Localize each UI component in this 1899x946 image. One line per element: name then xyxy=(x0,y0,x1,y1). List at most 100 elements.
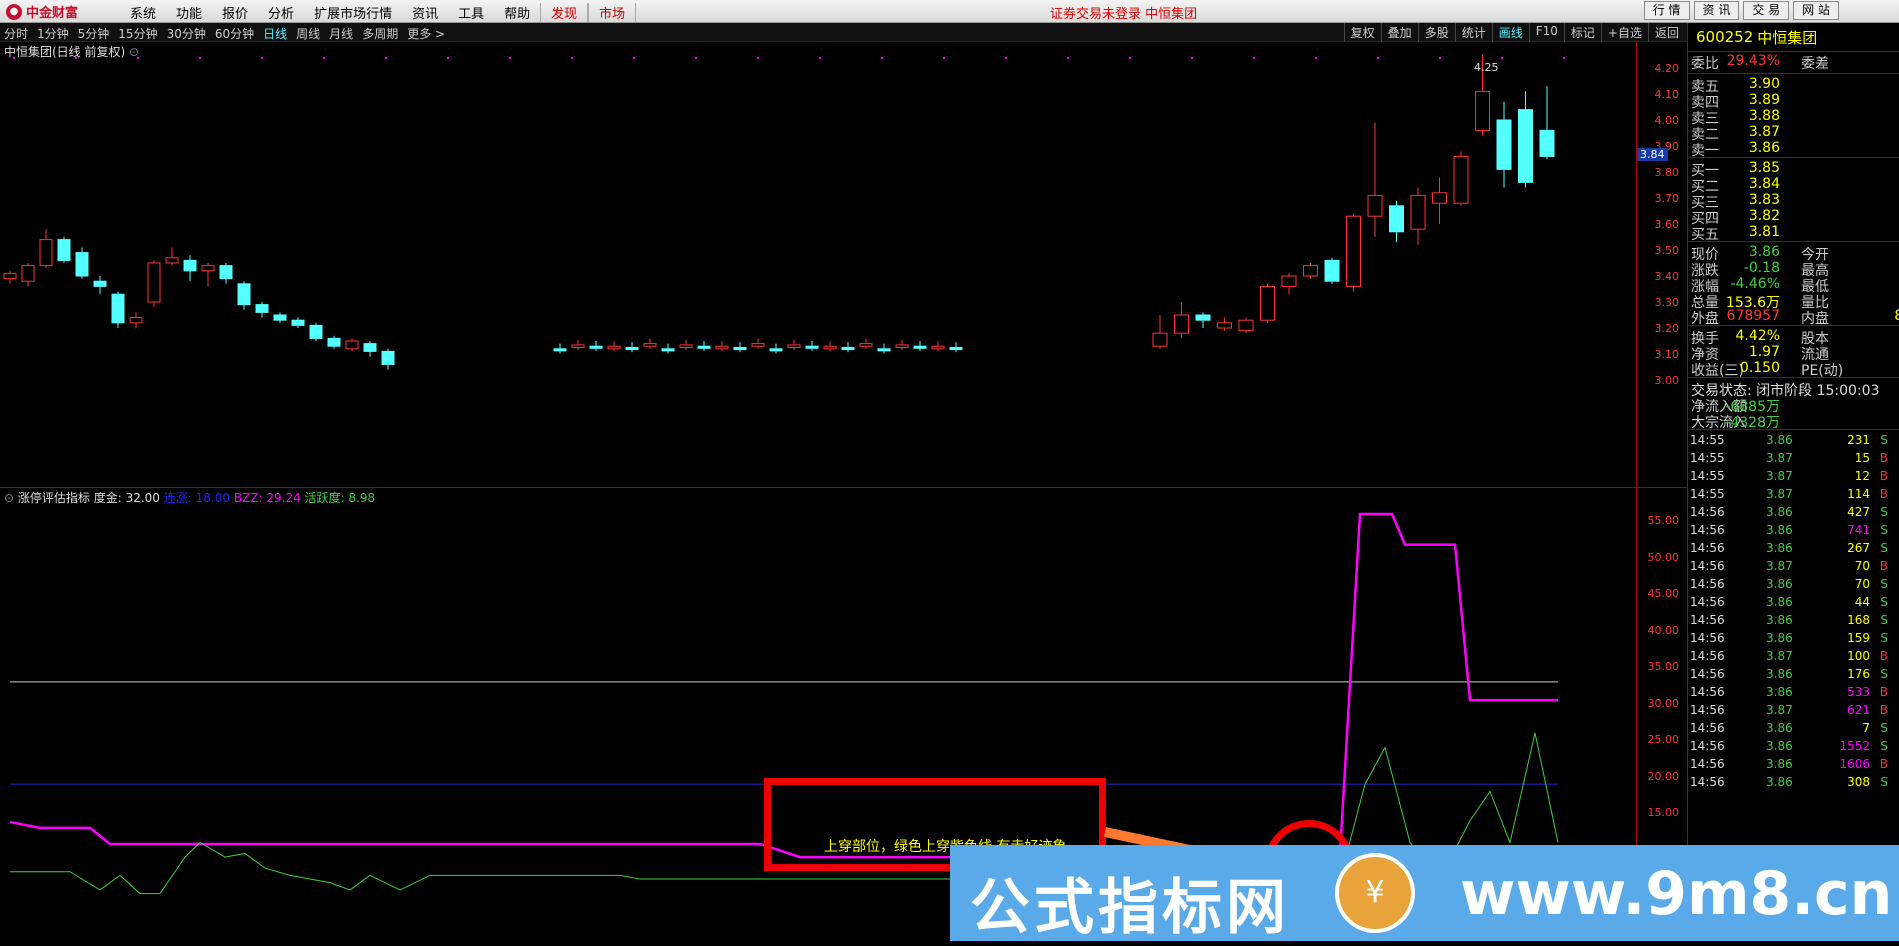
candle xyxy=(1153,315,1167,349)
tick-time: 14:56 xyxy=(1690,739,1725,753)
period-tab-2[interactable]: 5分钟 xyxy=(78,25,110,42)
signal-dot xyxy=(1501,57,1503,59)
menu-item-1[interactable]: 功能 xyxy=(166,3,212,22)
tool-button-2[interactable]: 多股 xyxy=(1418,23,1455,42)
tick-row: 14:553.8715B xyxy=(1688,451,1899,469)
candle xyxy=(346,338,358,351)
candle xyxy=(310,323,322,341)
tick-price: 3.87 xyxy=(1766,469,1793,483)
signal-dot xyxy=(261,57,263,59)
tick-price: 3.86 xyxy=(1766,721,1793,735)
stat-row-0-value: 3.86 xyxy=(1749,244,1780,260)
chart-tools: 复权叠加多股统计画线F10标记+自选返回 xyxy=(1344,23,1685,42)
tool-button-3[interactable]: 统计 xyxy=(1455,23,1492,42)
price-tick: 3.80 xyxy=(1655,166,1680,179)
signal-dot xyxy=(13,57,15,59)
tick-direction: B xyxy=(1880,685,1888,699)
separator xyxy=(1688,429,1899,430)
stat-row-4-value2: 8565 xyxy=(1894,308,1899,324)
tick-direction: B xyxy=(1880,559,1888,573)
menu-item-6[interactable]: 工具 xyxy=(448,3,494,22)
period-tab-9[interactable]: 多周期 xyxy=(362,25,398,42)
top-button-1[interactable]: 资 讯 xyxy=(1694,1,1740,20)
tool-button-6[interactable]: 标记 xyxy=(1564,23,1601,42)
period-tab-0[interactable]: 分时 xyxy=(4,25,28,42)
tick-row: 14:553.86231S xyxy=(1688,433,1899,451)
candle xyxy=(878,344,890,354)
menu-item-9[interactable]: 市场 xyxy=(588,3,636,22)
bid-row-4-value: 3.81 xyxy=(1749,224,1780,240)
logo-icon: ● xyxy=(6,4,22,20)
menu-item-2[interactable]: 报价 xyxy=(212,3,258,22)
ask-row-2-value: 3.88 xyxy=(1749,108,1780,124)
main-menu: 系统功能报价分析扩展市场行情资讯工具帮助发现市场 xyxy=(120,3,636,22)
price-tick: 4.00 xyxy=(1655,114,1680,127)
indicator-tick: 55.00 xyxy=(1648,514,1680,527)
tool-button-1[interactable]: 叠加 xyxy=(1381,23,1418,42)
menu-item-4[interactable]: 扩展市场行情 xyxy=(304,3,402,22)
stat2-row-0-value: 4.42% xyxy=(1736,328,1780,344)
tick-price: 3.87 xyxy=(1766,703,1793,717)
menu-item-5[interactable]: 资讯 xyxy=(402,3,448,22)
period-tab-5[interactable]: 60分钟 xyxy=(215,25,254,42)
weibi-row-value: 29.43% xyxy=(1727,53,1780,69)
period-tab-7[interactable]: 周线 xyxy=(296,25,320,42)
top-button-3[interactable]: 网 站 xyxy=(1793,1,1839,20)
signal-dot xyxy=(1377,57,1379,59)
tick-price: 3.86 xyxy=(1766,505,1793,519)
period-tab-10[interactable]: 更多 > xyxy=(407,25,445,42)
tick-direction: S xyxy=(1880,613,1888,627)
stat-row-2-value: -4.46% xyxy=(1730,276,1780,292)
indicator-tick: 25.00 xyxy=(1648,733,1680,746)
candle xyxy=(184,255,196,281)
menu-item-8[interactable]: 发现 xyxy=(540,3,588,22)
tool-button-0[interactable]: 复权 xyxy=(1344,23,1381,42)
tick-volume: 1552 xyxy=(1839,739,1870,753)
tick-time: 14:56 xyxy=(1690,505,1725,519)
weibi-row: 委比29.43%委差165 xyxy=(1688,53,1899,71)
ask-row-4: 卖一3.8612 xyxy=(1688,140,1899,158)
tick-time: 14:56 xyxy=(1690,577,1725,591)
candle xyxy=(1411,188,1425,245)
menu-item-0[interactable]: 系统 xyxy=(120,3,166,22)
signal-dot xyxy=(137,57,139,59)
high-price-label: 4.25 xyxy=(1474,61,1499,74)
period-tab-3[interactable]: 15分钟 xyxy=(118,25,157,42)
period-tab-8[interactable]: 月线 xyxy=(329,25,353,42)
candle xyxy=(644,338,656,348)
candlestick-chart[interactable]: 4.25 xyxy=(0,42,1635,487)
tick-price: 3.86 xyxy=(1766,685,1793,699)
price-tick: 3.50 xyxy=(1655,244,1680,257)
tick-price: 3.86 xyxy=(1766,775,1793,789)
tool-button-5[interactable]: F10 xyxy=(1529,23,1564,42)
ask-row-1-value: 3.89 xyxy=(1749,92,1780,108)
top-button-0[interactable]: 行 情 xyxy=(1644,1,1690,20)
candle xyxy=(896,340,908,350)
period-tab-6[interactable]: 日线 xyxy=(263,25,287,42)
tool-button-4[interactable]: 画线 xyxy=(1492,23,1529,42)
signal-dot xyxy=(199,57,201,59)
tick-row: 14:563.86308S xyxy=(1688,775,1899,793)
bid-row-3-value: 3.82 xyxy=(1749,208,1780,224)
menu-item-3[interactable]: 分析 xyxy=(258,3,304,22)
candle xyxy=(554,344,566,354)
tick-direction: B xyxy=(1880,487,1888,501)
candle xyxy=(1433,177,1447,224)
top-button-2[interactable]: 交 易 xyxy=(1743,1,1789,20)
tick-price: 3.86 xyxy=(1766,595,1793,609)
tool-button-7[interactable]: +自选 xyxy=(1601,23,1648,42)
candle xyxy=(4,271,16,284)
menu-item-7[interactable]: 帮助 xyxy=(494,3,540,22)
candle xyxy=(364,341,376,357)
period-tab-4[interactable]: 30分钟 xyxy=(167,25,206,42)
current-price-label: 3.84 xyxy=(1637,148,1668,161)
tick-time: 14:55 xyxy=(1690,487,1725,501)
separator xyxy=(1688,241,1899,242)
candle xyxy=(1239,318,1253,334)
stat2-row-1-value: 1.97 xyxy=(1749,344,1780,360)
tick-price: 3.86 xyxy=(1766,613,1793,627)
tool-button-8[interactable]: 返回 xyxy=(1648,23,1685,42)
candle xyxy=(1497,102,1511,188)
period-tab-1[interactable]: 1分钟 xyxy=(37,25,69,42)
signal-dot xyxy=(509,57,511,59)
